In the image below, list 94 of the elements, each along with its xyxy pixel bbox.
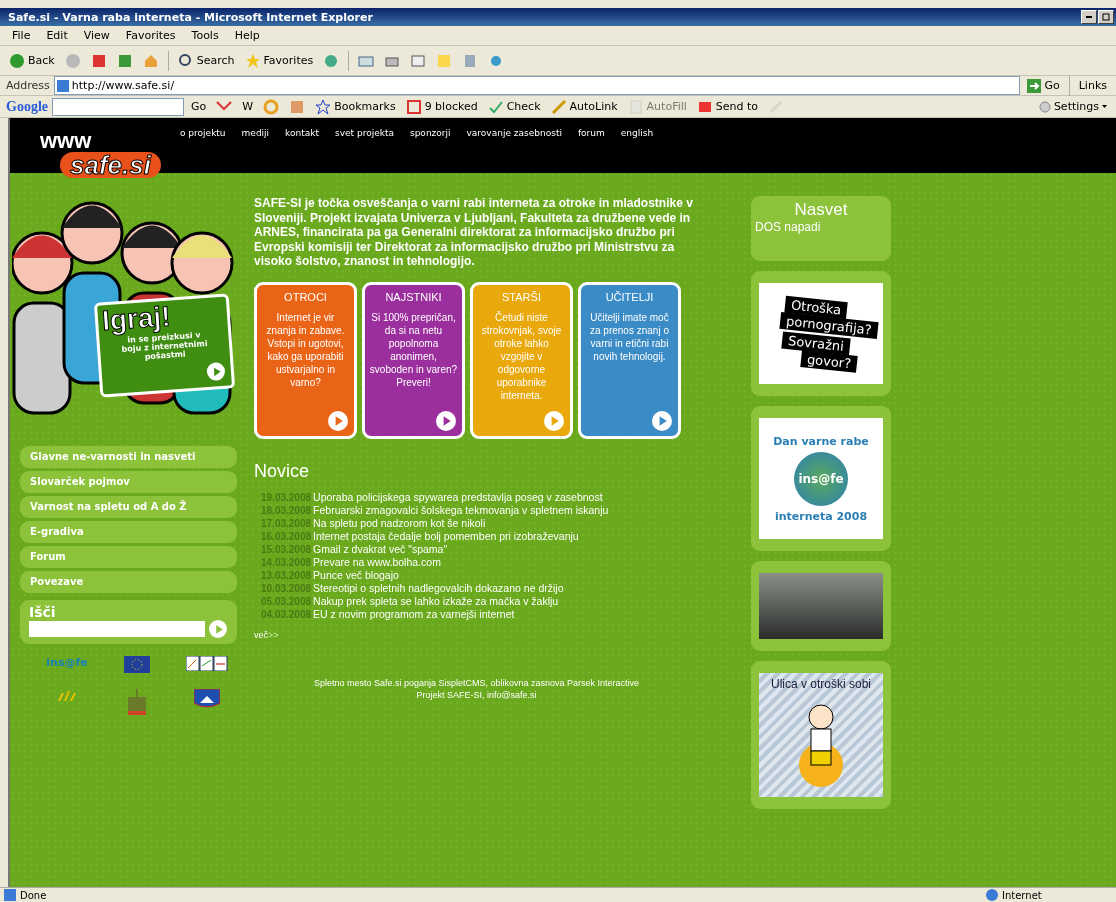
blocked-button[interactable]: 9 blocked [402, 97, 481, 116]
logo-text: www [40, 130, 93, 152]
building-icon [126, 689, 148, 715]
news-date: 17.03.2008 [261, 517, 312, 529]
menu-item[interactable]: Favorites [119, 29, 182, 42]
menu-item[interactable]: Help [228, 29, 266, 42]
nav-link[interactable]: sponzorji [409, 128, 451, 138]
poster-banner[interactable]: Ulica v otroški sobi [759, 673, 883, 797]
search-label: Išči [29, 604, 57, 620]
arrow-icon [1027, 78, 1042, 93]
news-date: 18.03.2008 [261, 504, 312, 516]
search-button[interactable]: Search [174, 51, 238, 70]
zone-text: Internet [1002, 889, 1043, 901]
play-button[interactable] [436, 410, 456, 431]
minimize-icon [1086, 16, 1092, 18]
intro-text: SAFE-SI je točka osveščanja o varni rabi interneta za otroke in mladostnike v Sloveniji. Projekt izvajata Univerza v Ljubljani, Fakulteta za družbene vede in ARNES, financirata pa ga Generalni direktorat za informacijsko družbo pri Evropski komisiji ter Direktorat za informacijsko družbo pri Ministrstvu za visoko šolstvo, znanost in tehnologijo. [254, 196, 694, 269]
window-title: Safe.si - Varna raba interneta - Microsoft Internet Explorer [8, 10, 373, 24]
star-icon [315, 98, 332, 115]
badge-text: Dan varne rabe [773, 434, 869, 448]
card-title: UČITELJI [605, 290, 654, 303]
poster-title: Ulica v otroški sobi [771, 677, 871, 691]
caret-icon [1102, 105, 1107, 108]
minimize-button[interactable] [1081, 10, 1097, 24]
wiki-button[interactable]: W [239, 99, 257, 114]
card-text: Si 100% prepričan, da si na netu popolnoma anonimen, svoboden in varen? Preveri! [369, 310, 458, 389]
badge-text: interneta 2008 [774, 509, 868, 523]
status-text: Done [20, 889, 48, 901]
menu-item[interactable]: File [6, 29, 37, 42]
audience-card[interactable]: NAJSTNIKI Si 100% prepričan, da si na netu popolnoma anonimen, svoboden in varen? Preveri! [362, 281, 465, 439]
star-icon [244, 52, 261, 69]
news-date: 19.03.2008 [261, 491, 312, 503]
news-heading: Novice [254, 460, 311, 482]
favorites-button[interactable]: Favorites [241, 51, 317, 70]
menu-item[interactable]: View [77, 29, 116, 42]
address-label: Address [6, 79, 50, 92]
autolink-button[interactable]: AutoLink [547, 97, 621, 116]
google-logo: Google [6, 98, 48, 115]
card-text: Četudi niste strokovnjak, svoje otroke lahko vzgojite v odgovorne uporabnike interneta. [480, 310, 563, 402]
play-button[interactable] [328, 410, 348, 431]
restore-button[interactable] [1098, 10, 1114, 24]
audience-card[interactable]: UČITELJI Učitelji imate moč za prenos znanj o varni in etični rabi novih tehnologij. [578, 281, 681, 439]
note-icon [436, 52, 453, 69]
card-title: NAJSTNIKI [385, 290, 442, 303]
nav-link[interactable]: varovanje zasebnosti [466, 128, 562, 138]
search-field[interactable] [29, 621, 205, 637]
event-badge-banner[interactable]: Dan varne rabe ins@fe interneta 2008 [759, 418, 883, 539]
go-button[interactable]: Go [1024, 77, 1063, 94]
links-button[interactable]: Links [1075, 78, 1110, 93]
chart-logo-icon [186, 656, 228, 671]
play-button[interactable] [206, 361, 226, 382]
slogan-banner[interactable]: Otroška pornografija? Sovražni govor? [759, 283, 883, 384]
logo-text: ins@fe [798, 471, 844, 486]
nav-link[interactable]: english [620, 128, 654, 138]
game-promo-panel[interactable]: Igraj! in se preizkusi v boju z internetnimi pošastmi [93, 293, 236, 398]
news-date: 13.03.2008 [261, 569, 312, 581]
news-date: 04.03.2008 [261, 608, 312, 620]
nav-link[interactable]: kontakt [285, 128, 319, 138]
news-date: 15.03.2008 [261, 543, 312, 555]
bookmarks-button[interactable]: Bookmarks [312, 97, 399, 116]
tip-title: Nasvet [794, 200, 848, 220]
home-icon [142, 52, 159, 69]
card-text: Učitelji imate moč za prenos znanj o varni in etični rabi novih tehnologij. [589, 310, 670, 363]
photo-placeholder[interactable] [759, 573, 883, 639]
bars-logo-icon [57, 689, 77, 701]
logo-text: safe.si [60, 152, 161, 178]
footer-text: Spletno mesto Safe.si poganja SispletCMS, oblikovna zasnova Parsek Interactive [313, 677, 640, 688]
footer-text: Projekt SAFE-SI, info@safe.si [416, 689, 537, 700]
back-button[interactable]: Back [6, 51, 58, 70]
menu-item[interactable]: Tools [185, 29, 225, 42]
check-button[interactable]: Check [484, 97, 544, 116]
card-title: STARŠI [502, 290, 541, 303]
nav-link[interactable]: mediji [241, 128, 270, 138]
menu-item[interactable]: Edit [40, 29, 74, 42]
card-text: Internet je vir znanja in zabave. Vstopi in ugotovi, kako ga uporabiti ustvarjalno in varno? [265, 310, 346, 389]
news-date: 10.03.2008 [261, 582, 312, 594]
eu-flag-icon [124, 656, 150, 673]
address-field[interactable]: http://www.safe.si/ [53, 76, 1021, 95]
document-icon [410, 52, 427, 69]
restore-icon [1102, 13, 1110, 21]
coat-of-arms-icon [194, 689, 220, 709]
search-icon [177, 52, 194, 69]
play-button[interactable] [652, 410, 672, 431]
go-button[interactable]: Go [188, 99, 210, 114]
news-date: 05.03.2008 [261, 595, 312, 607]
news-date: 14.03.2008 [261, 556, 312, 568]
google-search-field[interactable] [52, 97, 184, 116]
nav-link[interactable]: o projektu [180, 128, 226, 138]
settings-button[interactable]: Settings [1035, 99, 1110, 114]
nav-link[interactable]: svet projekta [335, 128, 394, 138]
circle-icon [1038, 100, 1051, 113]
nav-link[interactable]: forum [577, 128, 605, 138]
card-title: OTROCI [284, 290, 327, 303]
sendto-button[interactable]: Send to [693, 97, 762, 116]
news-date: 16.03.2008 [261, 530, 312, 542]
